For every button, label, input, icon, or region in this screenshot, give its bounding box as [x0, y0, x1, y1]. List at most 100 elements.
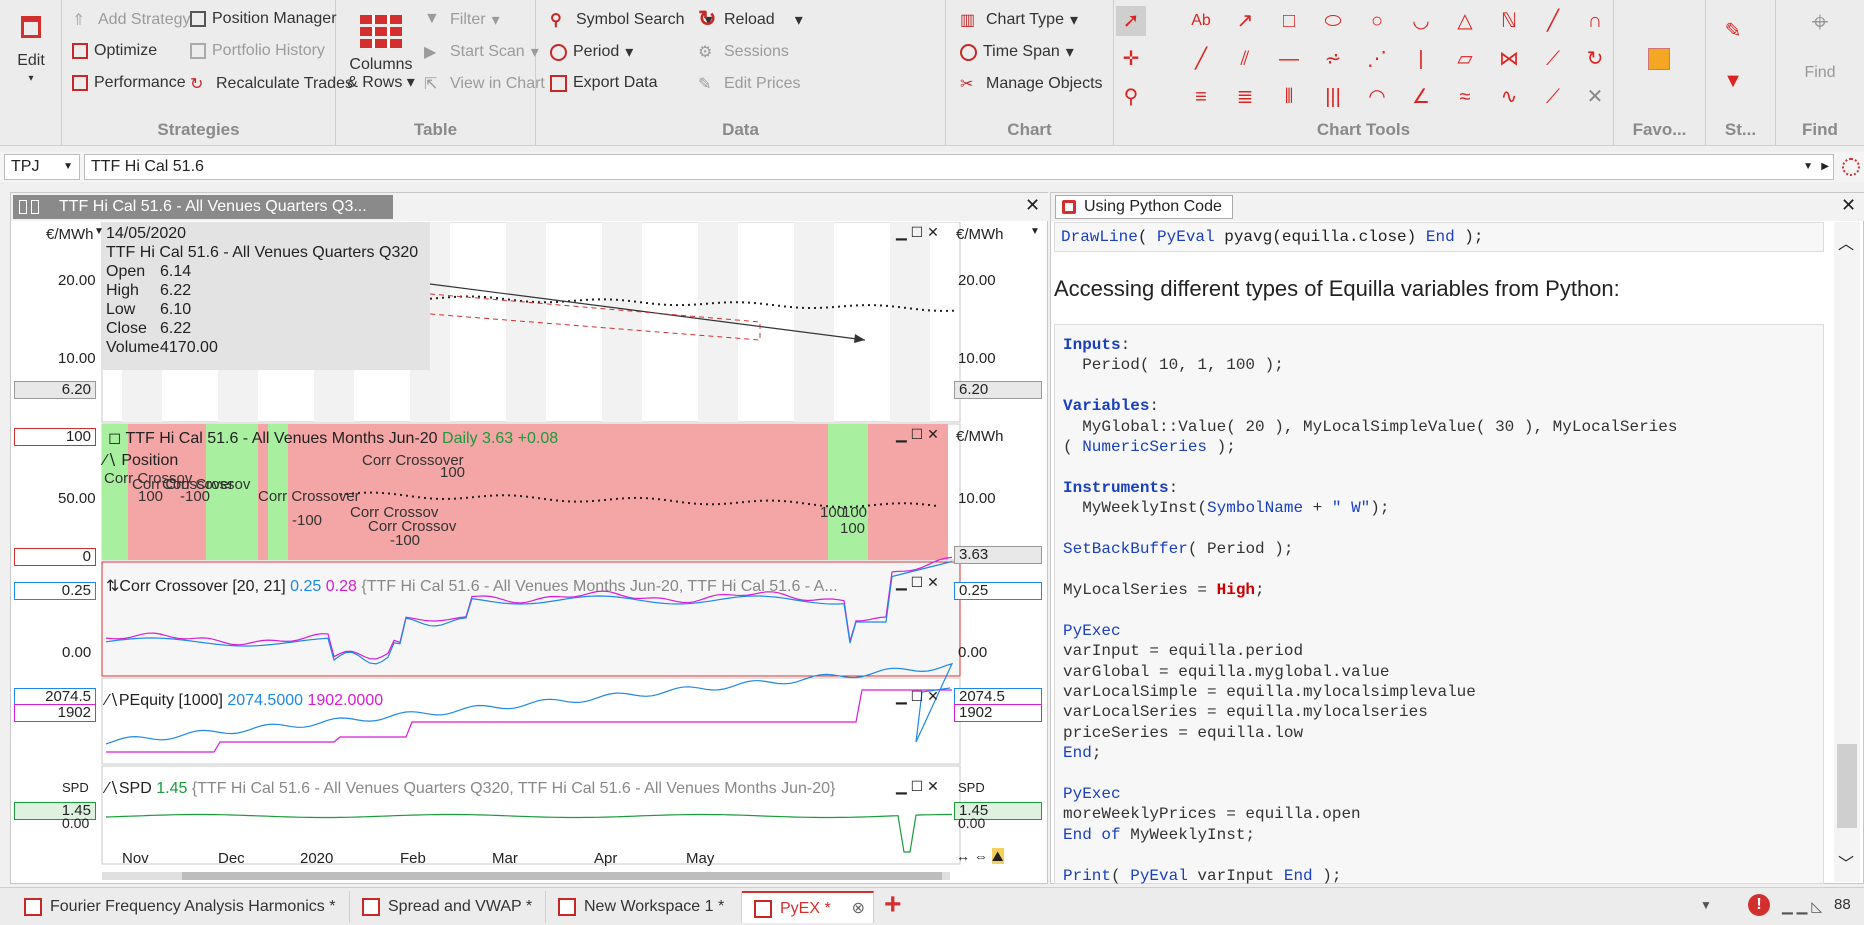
regression-tool-icon[interactable]: ⋰ — [1362, 44, 1392, 74]
start-scan-button[interactable]: ▶ Start Scan ▾ — [424, 42, 539, 62]
time-zones-tool-icon[interactable]: ||| — [1318, 82, 1348, 112]
optimize-button[interactable]: Optimize — [72, 42, 157, 60]
performance-button[interactable]: Performance — [72, 74, 186, 92]
ellipse-tool-icon[interactable]: ⬭ — [1318, 6, 1348, 36]
unit-dropdown-icon[interactable]: ▼ — [94, 226, 104, 237]
performance-icon — [72, 75, 88, 91]
pitchfork-tool-icon[interactable]: ℕ — [1494, 6, 1524, 36]
arrow-tool-icon[interactable]: ↗ — [1230, 6, 1260, 36]
tick-label: 0.00 — [958, 644, 988, 661]
pane4-controls[interactable]: ▁ ☐ ✕ — [896, 688, 939, 705]
pane5-controls[interactable]: ▁ ☐ ✕ — [896, 778, 939, 795]
channel-tool-icon[interactable]: ⩫ — [1318, 44, 1348, 74]
edit-prices-button[interactable]: ✎ Edit Prices — [698, 74, 800, 94]
price-bar — [742, 501, 744, 504]
export-data-button[interactable]: Export Data — [550, 74, 657, 92]
parallel-lines-tool-icon[interactable]: ⫽ — [1230, 44, 1260, 74]
rectangle-tool-icon[interactable]: □ — [1274, 6, 1304, 36]
sessions-button[interactable]: ⚙ Sessions — [698, 42, 789, 62]
fib-arc-tool-icon[interactable]: ◠ — [1362, 82, 1392, 112]
price-bar — [442, 497, 444, 500]
add-strategy-button[interactable]: ⇑ Add Strategy — [72, 10, 191, 30]
parallelogram-tool-icon[interactable]: ▱ — [1450, 44, 1480, 74]
reset-tool-icon[interactable]: ↻ — [1580, 44, 1610, 74]
recalculate-trades-button[interactable]: ↻ Recalculate Trades — [190, 74, 353, 94]
vertical-line-tool-icon[interactable]: | — [1406, 44, 1436, 74]
shading-band — [506, 222, 546, 422]
window-controls-icon[interactable]: ▁ ▁ ◺ — [1782, 898, 1822, 915]
delete-tools-icon[interactable]: ✕ — [1580, 82, 1610, 112]
time-span-button[interactable]: Time Span ▾ — [960, 42, 1074, 62]
angle-tool-icon[interactable]: ∠ — [1406, 82, 1436, 112]
crosshair-tool-icon[interactable]: ✛ — [1116, 44, 1146, 74]
tab-pyex[interactable]: PyEX * ⊗ — [742, 891, 874, 923]
fibonacci-tool-icon[interactable]: ≡ — [1186, 82, 1216, 112]
gann-tool-icon[interactable]: ╱ — [1538, 6, 1568, 36]
error-icon[interactable]: ! — [1748, 894, 1770, 916]
horizontal-scrollbar[interactable] — [102, 872, 950, 880]
text-tool-icon[interactable]: Ab — [1186, 6, 1216, 36]
view-in-chart-button[interactable]: ⇱ View in Chart — [424, 74, 545, 94]
close-icon[interactable]: ✕ — [1841, 195, 1856, 216]
arc-tool-icon[interactable]: ◡ — [1406, 6, 1436, 36]
price-tag-right: 6.20 — [954, 381, 1042, 399]
edit-button[interactable]: Edit ▾ — [6, 16, 56, 88]
chart-window-tab[interactable]: TTF Hi Cal 51.6 - All Venues Quarters Q3… — [13, 195, 393, 219]
tooltip-row: Volume4170.00 — [106, 338, 426, 357]
chart-type-button[interactable]: ▥ Chart Type ▾ — [960, 10, 1078, 30]
fill-style-icon[interactable]: ▼ — [1718, 66, 1748, 96]
zigzag-tool-icon[interactable]: ∿ — [1494, 82, 1524, 112]
wave-tool-icon[interactable]: ≈ — [1450, 82, 1480, 112]
manage-objects-button[interactable]: ✂ Manage Objects — [960, 74, 1103, 94]
line-tool-icon[interactable]: ╱ — [1186, 44, 1216, 74]
zoom-controls-icon[interactable]: ↔ ⇔ ⛰ — [956, 848, 1004, 865]
x-tick-label: Dec — [218, 850, 245, 867]
select-tool-icon[interactable]: ➚ — [1116, 6, 1146, 36]
speed-lines-tool-icon[interactable]: ⟋ — [1538, 82, 1568, 112]
pane2-controls[interactable]: ▁ ☐ ✕ — [896, 426, 939, 443]
favorite-item-icon[interactable] — [1648, 48, 1670, 70]
price-bar — [526, 300, 528, 303]
trend-tool-icon[interactable]: ⟋ — [1538, 44, 1568, 74]
draw-style-icon[interactable]: ✎ — [1718, 16, 1748, 46]
scroll-thumb[interactable] — [1837, 744, 1857, 828]
close-icon[interactable]: ✕ — [1025, 195, 1040, 216]
tab-spread-vwap[interactable]: Spread and VWAP * — [350, 891, 546, 923]
tabs-dropdown-icon[interactable]: ▼ — [1700, 898, 1712, 912]
zoom-tool-icon[interactable]: ⚲ — [1116, 82, 1146, 112]
exchange-select[interactable]: TPJ ▼ — [4, 154, 80, 180]
vertical-scrollbar[interactable]: ︿ ﹀ — [1834, 222, 1860, 882]
tooltip-key: Close — [106, 320, 147, 337]
price-bar — [448, 497, 450, 500]
price-bar — [574, 500, 576, 503]
symbol-search-button[interactable]: ⚲ Symbol Search ▾ — [550, 10, 713, 30]
add-tab-icon[interactable]: + — [884, 890, 902, 920]
circle-tool-icon[interactable]: ○ — [1362, 6, 1392, 36]
pane1-controls[interactable]: ▁ ☐ ✕ — [896, 224, 939, 241]
bowtie-tool-icon[interactable]: ⋈ — [1494, 44, 1524, 74]
symbol-input[interactable]: TTF Hi Cal 51.6 ▼ ▶ — [84, 154, 1834, 180]
find-button[interactable]: ⌖ Find — [1790, 8, 1850, 82]
price-bar — [604, 498, 606, 501]
magnet-icon[interactable]: ∩ — [1580, 6, 1610, 36]
filter-button[interactable]: ▼ Filter ▾ — [424, 10, 500, 30]
position-manager-button[interactable]: Position Manager — [190, 10, 337, 28]
close-icon[interactable]: ⊗ — [852, 893, 865, 925]
horizontal-line-tool-icon[interactable]: — — [1274, 44, 1304, 74]
columns-rows-button[interactable]: Columns & Rows ▾ — [342, 14, 420, 92]
cycle-lines-tool-icon[interactable]: ⦀ — [1274, 82, 1304, 112]
fib-ext-tool-icon[interactable]: ≣ — [1230, 82, 1260, 112]
symbol-go-icon[interactable]: ▶ — [1821, 155, 1829, 179]
triangle-tool-icon[interactable]: △ — [1450, 6, 1480, 36]
chevron-down-icon[interactable]: ﹀ — [1838, 850, 1854, 874]
period-button[interactable]: Period ▾ — [550, 42, 633, 62]
symbol-dropdown-icon[interactable]: ▼ — [1803, 155, 1813, 179]
portfolio-history-button[interactable]: Portfolio History — [190, 42, 325, 60]
tab-new-workspace[interactable]: New Workspace 1 * — [546, 891, 742, 923]
chevron-up-icon[interactable]: ︿ — [1838, 230, 1854, 254]
unit-dropdown-icon[interactable]: ▼ — [1030, 226, 1040, 237]
pane3-controls[interactable]: ▁ ☐ ✕ — [896, 574, 939, 591]
reload-button[interactable]: ↻ Reload ▾ — [698, 8, 803, 30]
code-window-tab[interactable]: Using Python Code — [1055, 195, 1233, 219]
tab-fourier[interactable]: Fourier Frequency Analysis Harmonics * — [12, 891, 350, 923]
